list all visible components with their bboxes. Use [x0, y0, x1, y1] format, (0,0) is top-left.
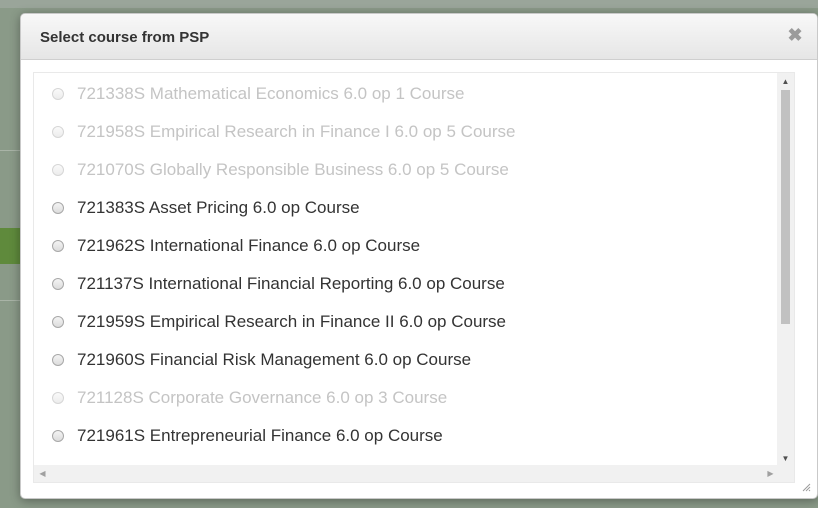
course-option[interactable]: 721961S Entrepreneurial Finance 6.0 op C…: [52, 424, 443, 448]
radio-button[interactable]: [52, 430, 64, 442]
course-option-label: 721383S Asset Pricing 6.0 op Course: [77, 198, 360, 217]
resize-grip-icon[interactable]: [801, 482, 811, 492]
radio-button: [52, 88, 64, 100]
course-option-label: 721958S Empirical Research in Finance I …: [77, 122, 516, 141]
course-list-panel[interactable]: 721338S Mathematical Economics 6.0 op 1 …: [33, 72, 795, 483]
course-option: 721958S Empirical Research in Finance I …: [52, 120, 515, 144]
vertical-scrollbar[interactable]: ▲ ▼: [777, 73, 794, 467]
course-option-label: 721070S Globally Responsible Business 6.…: [77, 160, 509, 179]
dialog-titlebar[interactable]: Select course from PSP ✖: [21, 14, 817, 60]
radio-button[interactable]: [52, 354, 64, 366]
course-option-label: 721960S Financial Risk Management 6.0 op…: [77, 350, 472, 369]
scrollbar-corner: [777, 465, 794, 482]
radio-button[interactable]: [52, 278, 64, 290]
close-icon[interactable]: ✖: [785, 24, 805, 46]
backdrop-band: [0, 0, 818, 8]
radio-button[interactable]: [52, 316, 64, 328]
course-option-label: 721128S Corporate Governance 6.0 op 3 Co…: [77, 388, 448, 407]
course-option-label: 721962S International Finance 6.0 op Cou…: [77, 236, 421, 255]
course-option[interactable]: 721959S Empirical Research in Finance II…: [52, 310, 506, 334]
scroll-left-icon[interactable]: ◀: [34, 465, 51, 482]
course-option[interactable]: 721962S International Finance 6.0 op Cou…: [52, 234, 420, 258]
select-course-dialog: Select course from PSP ✖ 721338S Mathema…: [20, 13, 818, 499]
scrollbar-thumb[interactable]: [781, 90, 790, 324]
scroll-up-icon[interactable]: ▲: [777, 73, 794, 90]
course-option-label: 721959S Empirical Research in Finance II…: [77, 312, 507, 331]
course-option: 721128S Corporate Governance 6.0 op 3 Co…: [52, 386, 447, 410]
course-option[interactable]: 721137S International Financial Reportin…: [52, 272, 505, 296]
dialog-title: Select course from PSP: [40, 29, 210, 46]
radio-button[interactable]: [52, 202, 64, 214]
course-option: 721338S Mathematical Economics 6.0 op 1 …: [52, 82, 464, 106]
radio-button: [52, 126, 64, 138]
course-option-label: 721338S Mathematical Economics 6.0 op 1 …: [77, 84, 465, 103]
course-option: 721070S Globally Responsible Business 6.…: [52, 158, 509, 182]
course-option[interactable]: 721960S Financial Risk Management 6.0 op…: [52, 348, 471, 372]
radio-button: [52, 164, 64, 176]
radio-button[interactable]: [52, 240, 64, 252]
course-option-label: 721961S Entrepreneurial Finance 6.0 op C…: [77, 426, 443, 445]
course-option[interactable]: 721383S Asset Pricing 6.0 op Course: [52, 196, 360, 220]
horizontal-scrollbar[interactable]: ◀ ▶: [34, 465, 779, 482]
course-option-label: 721137S International Financial Reportin…: [77, 274, 505, 293]
radio-button: [52, 392, 64, 404]
